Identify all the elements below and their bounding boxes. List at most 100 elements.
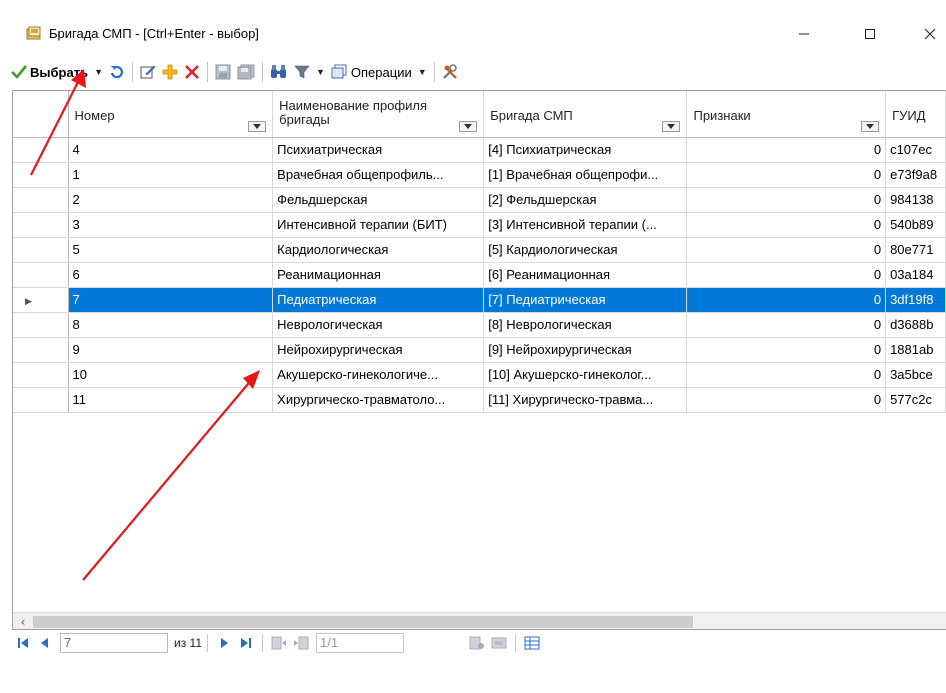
- cell-brigade[interactable]: [6] Реанимационная: [483, 262, 688, 288]
- chevron-down-icon[interactable]: ▼: [316, 67, 325, 77]
- cell-guid[interactable]: 540b89: [885, 212, 946, 238]
- row-indicator[interactable]: [13, 262, 69, 288]
- tools-button[interactable]: [439, 61, 463, 83]
- cell-brigade[interactable]: [11] Хирургическо-травма...: [483, 387, 688, 413]
- filter-button[interactable]: ▼: [291, 61, 328, 83]
- close-button[interactable]: [910, 20, 946, 48]
- cell-guid[interactable]: 03a184: [885, 262, 946, 288]
- column-header-profile[interactable]: Наименование профиля бригады: [272, 91, 485, 138]
- cell-flags[interactable]: 0: [686, 362, 887, 388]
- table-row[interactable]: 6 Реанимационная [6] Реанимационная 0 03a184: [13, 262, 946, 288]
- row-indicator[interactable]: [13, 337, 69, 363]
- cell-brigade[interactable]: [7] Педиатрическая: [483, 287, 688, 313]
- cell-brigade[interactable]: [9] Нейрохирургическая: [483, 337, 688, 363]
- grid-layout-button[interactable]: [521, 633, 543, 653]
- maximize-button[interactable]: [850, 20, 890, 48]
- save-button[interactable]: [212, 61, 234, 83]
- table-row[interactable]: 8 Неврологическая [8] Неврологическая 0 d368…: [13, 312, 946, 338]
- cell-guid[interactable]: 80e771: [885, 237, 946, 263]
- cell-brigade[interactable]: [1] Врачебная общепрофи...: [483, 162, 688, 188]
- page-settings-button[interactable]: [466, 633, 488, 653]
- cell-profile[interactable]: Фельдшерская: [272, 187, 485, 213]
- first-record-button[interactable]: [12, 633, 34, 653]
- cell-profile[interactable]: Психиатрическая: [272, 137, 485, 163]
- cell-flags[interactable]: 0: [686, 387, 887, 413]
- cell-number[interactable]: 2: [68, 187, 274, 213]
- cell-brigade[interactable]: [5] Кардиологическая: [483, 237, 688, 263]
- row-indicator[interactable]: ▶: [13, 287, 69, 313]
- table-row[interactable]: ▶ 7 Педиатрическая [7] Педиатрическая 0 3df19…: [13, 287, 946, 313]
- cell-flags[interactable]: 0: [686, 162, 887, 188]
- cell-profile[interactable]: Нейрохирургическая: [272, 337, 485, 363]
- column-header-guid[interactable]: ГУИД: [885, 91, 946, 138]
- row-indicator[interactable]: [13, 212, 69, 238]
- save-all-button[interactable]: [234, 61, 258, 83]
- cell-guid[interactable]: 984138: [885, 187, 946, 213]
- row-indicator[interactable]: [13, 237, 69, 263]
- table-row[interactable]: 1 Врачебная общепрофиль... [1] Врачебная о…: [13, 162, 946, 188]
- cell-number[interactable]: 4: [68, 137, 274, 163]
- minimize-button[interactable]: [784, 20, 824, 48]
- scrollbar-thumb[interactable]: [33, 616, 693, 628]
- row-indicator[interactable]: [13, 187, 69, 213]
- table-row[interactable]: 2 Фельдшерская [2] Фельдшерская 0 984138: [13, 187, 946, 213]
- select-button[interactable]: Выбрать ▼: [8, 61, 106, 83]
- cell-flags[interactable]: 0: [686, 137, 887, 163]
- column-filter-button[interactable]: [662, 120, 681, 132]
- cell-brigade[interactable]: [3] Интенсивной терапии (...: [483, 212, 688, 238]
- cell-brigade[interactable]: [4] Психиатрическая: [483, 137, 688, 163]
- cell-profile[interactable]: Кардиологическая: [272, 237, 485, 263]
- horizontal-scrollbar[interactable]: ‹: [13, 612, 946, 629]
- cell-number[interactable]: 7: [68, 287, 274, 313]
- cell-guid[interactable]: 1881ab: [885, 337, 946, 363]
- cell-profile[interactable]: Хирургическо-травматоло...: [272, 387, 485, 413]
- cell-profile[interactable]: Акушерско-гинекологиче...: [272, 362, 485, 388]
- column-filter-button[interactable]: [248, 120, 267, 132]
- delete-button[interactable]: [181, 61, 203, 83]
- table-row[interactable]: 11 Хирургическо-травматоло... [11] Хирурги…: [13, 387, 946, 413]
- cell-guid[interactable]: 3df19f8: [885, 287, 946, 313]
- row-indicator[interactable]: [13, 137, 69, 163]
- column-header-flags[interactable]: Признаки: [686, 91, 887, 138]
- next-record-button[interactable]: [213, 633, 235, 653]
- cell-number[interactable]: 6: [68, 262, 274, 288]
- cell-flags[interactable]: 0: [686, 187, 887, 213]
- column-header-number[interactable]: Номер: [68, 91, 274, 138]
- column-filter-button[interactable]: [459, 120, 478, 132]
- next-page-button[interactable]: [290, 633, 312, 653]
- cell-profile[interactable]: Реанимационная: [272, 262, 485, 288]
- cell-number[interactable]: 11: [68, 387, 274, 413]
- cell-guid[interactable]: c107ec: [885, 137, 946, 163]
- table-row[interactable]: 10 Акушерско-гинекологиче... [10] Акушерск…: [13, 362, 946, 388]
- previous-record-button[interactable]: [34, 633, 56, 653]
- cell-flags[interactable]: 0: [686, 287, 887, 313]
- cell-flags[interactable]: 0: [686, 262, 887, 288]
- cell-number[interactable]: 10: [68, 362, 274, 388]
- cell-number[interactable]: 8: [68, 312, 274, 338]
- row-indicator[interactable]: [13, 312, 69, 338]
- last-record-button[interactable]: [235, 633, 257, 653]
- table-row[interactable]: 5 Кардиологическая [5] Кардиологическая 0 80…: [13, 237, 946, 263]
- cell-profile[interactable]: Врачебная общепрофиль...: [272, 162, 485, 188]
- table-row[interactable]: 4 Психиатрическая [4] Психиатрическая 0 c107…: [13, 137, 946, 163]
- cell-guid[interactable]: 3a5bce: [885, 362, 946, 388]
- column-filter-button[interactable]: [861, 120, 880, 132]
- add-button[interactable]: [159, 61, 181, 83]
- chevron-down-icon[interactable]: ▼: [418, 67, 427, 77]
- cell-profile[interactable]: Неврологическая: [272, 312, 485, 338]
- cell-flags[interactable]: 0: [686, 237, 887, 263]
- cell-guid[interactable]: d3688b: [885, 312, 946, 338]
- scroll-left-icon[interactable]: ‹: [15, 614, 31, 629]
- cell-brigade[interactable]: [10] Акушерско-гинеколог...: [483, 362, 688, 388]
- table-row[interactable]: 3 Интенсивной терапии (БИТ) [3] Интенсивно…: [13, 212, 946, 238]
- operations-button[interactable]: Операции ▼: [328, 61, 430, 83]
- table-row[interactable]: 9 Нейрохирургическая [9] Нейрохирургическа…: [13, 337, 946, 363]
- chevron-down-icon[interactable]: ▼: [94, 67, 103, 77]
- cell-number[interactable]: 3: [68, 212, 274, 238]
- record-position-input[interactable]: 7: [60, 633, 168, 653]
- row-indicator[interactable]: [13, 362, 69, 388]
- cell-flags[interactable]: 0: [686, 312, 887, 338]
- cell-profile[interactable]: Интенсивной терапии (БИТ): [272, 212, 485, 238]
- cell-brigade[interactable]: [2] Фельдшерская: [483, 187, 688, 213]
- export-button[interactable]: [488, 633, 510, 653]
